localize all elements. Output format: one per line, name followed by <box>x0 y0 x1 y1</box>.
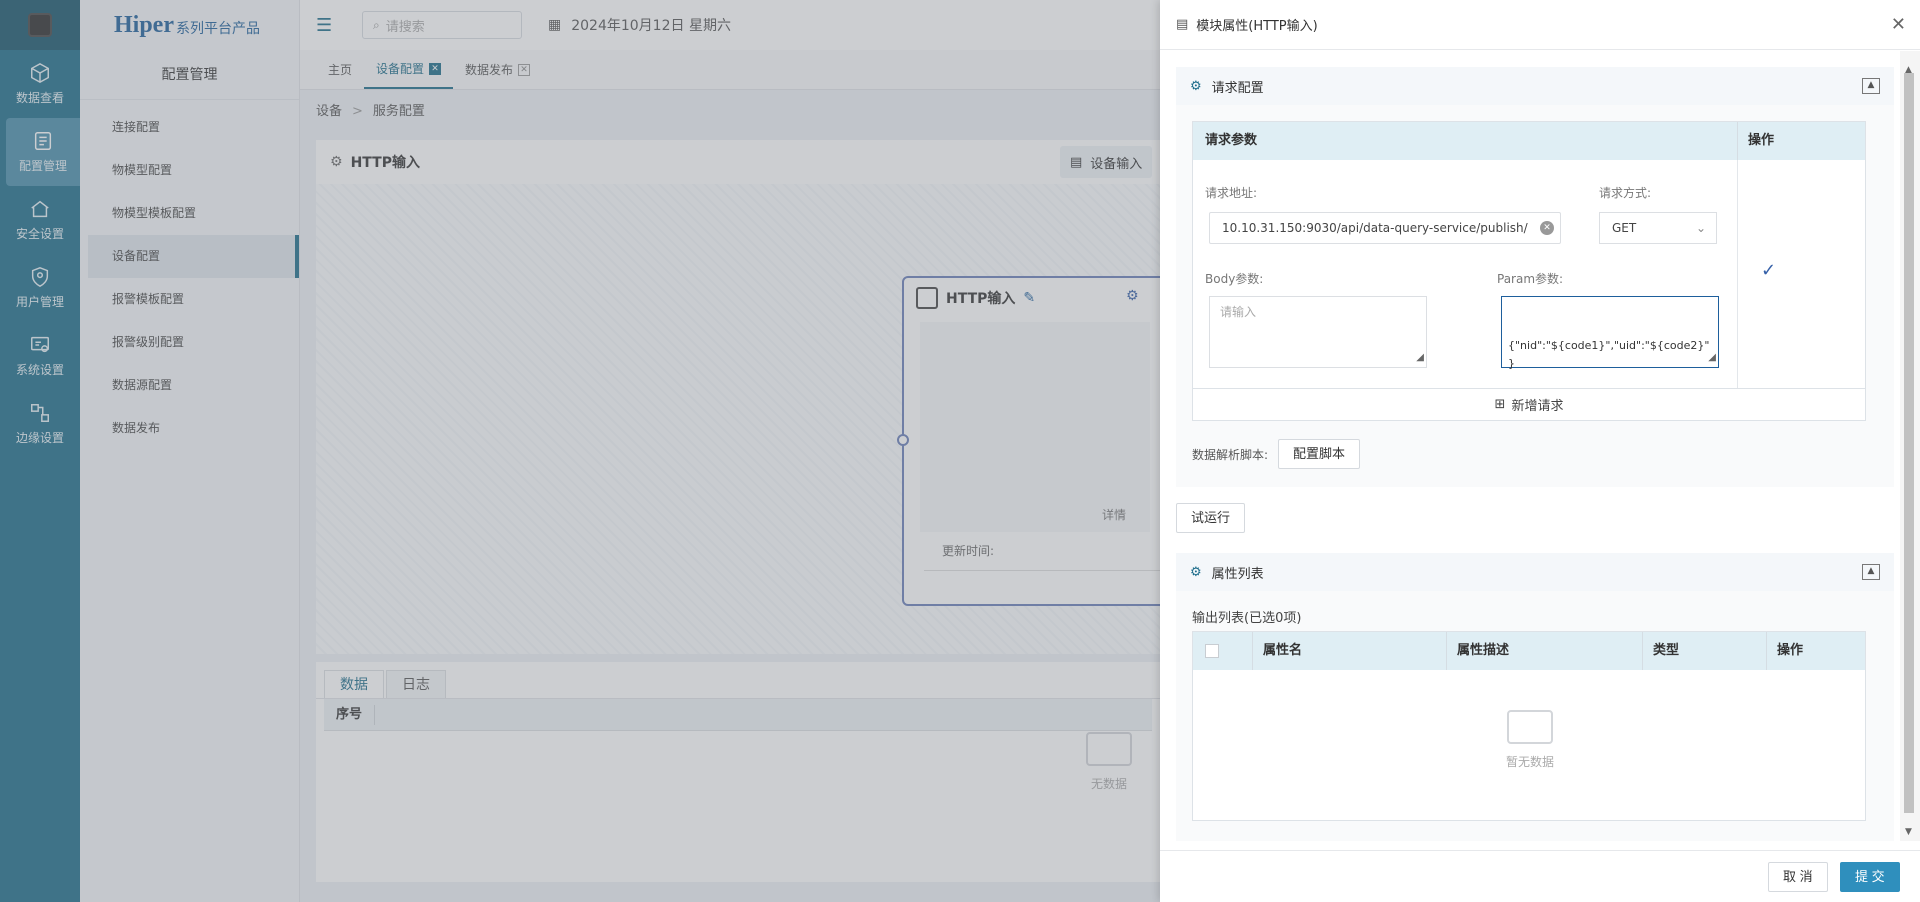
table-header: 请求参数 操作 <box>1193 122 1865 160</box>
cancel-button[interactable]: 取 消 <box>1768 862 1828 892</box>
request-table: 请求参数 操作 请求地址: 10.10.31.150:9030/api/data… <box>1192 121 1866 389</box>
column-params: 请求参数 <box>1193 122 1738 160</box>
document-icon: ▤ <box>1176 17 1189 32</box>
section-header: ⚙ 请求配置 ▲ <box>1176 67 1894 105</box>
method-label: 请求方式: <box>1599 186 1652 200</box>
empty-text: 暂无数据 <box>1505 755 1554 769</box>
app-root: 数据查看 配置管理 安全设置 用户管理 系统设置 边缘设置 Hiper 系列平台… <box>0 0 1920 902</box>
param-value: {"nid":"${code1}","uid":"${code2}" } <box>1508 339 1710 370</box>
gear-icon: ⚙ <box>1190 564 1202 580</box>
drawer-scrollbar[interactable]: ▲ ▼ <box>1900 51 1920 841</box>
column-attr-name: 属性名 <box>1253 632 1447 670</box>
clear-icon[interactable]: ✕ <box>1540 221 1554 235</box>
column-ops: 操作 <box>1748 133 1775 148</box>
config-script-button[interactable]: 配置脚本 <box>1278 439 1361 469</box>
url-label: 请求地址: <box>1205 186 1258 200</box>
script-label: 数据解析脚本: <box>1192 447 1269 462</box>
module-properties-drawer: ▤ 模块属性(HTTP输入) ✕ ⚙ 请求配置 ▲ 请求参数 操作 请求地址: … <box>1160 0 1920 902</box>
param-params-textarea[interactable]: {"nid":"${code1}","uid":"${code2}" } ◢ <box>1501 296 1719 370</box>
body-label: Body参数: <box>1205 272 1264 286</box>
column-type: 类型 <box>1643 632 1767 670</box>
method-select[interactable]: GET ⌄ <box>1599 212 1717 244</box>
confirm-check-icon[interactable]: ✓ <box>1761 260 1776 281</box>
collapse-icon[interactable]: ▲ <box>1862 564 1880 580</box>
body-params-textarea[interactable]: 请输入 ◢ <box>1209 296 1427 368</box>
body-placeholder: 请输入 <box>1220 305 1257 319</box>
table-header: 属性名 属性描述 类型 操作 <box>1193 632 1865 670</box>
scroll-thumb[interactable] <box>1904 73 1914 813</box>
param-label: Param参数: <box>1497 272 1564 286</box>
column-attr-desc: 属性描述 <box>1447 632 1643 670</box>
section-header: ⚙ 属性列表 ▲ <box>1176 553 1894 591</box>
resize-handle-icon[interactable]: ◢ <box>1708 349 1716 367</box>
resize-handle-icon[interactable]: ◢ <box>1416 349 1424 367</box>
drawer-title: 模块属性(HTTP输入) <box>1196 19 1318 34</box>
drawer-footer: 取 消 提 交 <box>1160 850 1920 902</box>
output-list-label: 输出列表(已选0项) <box>1192 611 1302 626</box>
gear-icon: ⚙ <box>1190 78 1202 94</box>
select-all-checkbox[interactable] <box>1193 632 1253 670</box>
trial-run-button[interactable]: 试运行 <box>1176 503 1246 533</box>
chevron-down-icon: ⌄ <box>1695 221 1706 235</box>
drawer-header: ▤ 模块属性(HTTP输入) ✕ <box>1160 0 1920 50</box>
drawer-body: ⚙ 请求配置 ▲ 请求参数 操作 请求地址: 10.10.31.150:9030… <box>1160 51 1900 841</box>
scroll-down-icon[interactable]: ▼ <box>1905 827 1912 837</box>
add-request-label: 新增请求 <box>1511 399 1564 414</box>
attribute-table: 属性名 属性描述 类型 操作 暂无数据 <box>1192 631 1866 821</box>
request-row: 请求地址: 10.10.31.150:9030/api/data-query-s… <box>1193 160 1738 388</box>
collapse-icon[interactable]: ▲ <box>1862 78 1880 94</box>
section-title: 请求配置 <box>1211 80 1264 96</box>
column-ops: 操作 <box>1777 643 1804 658</box>
add-request-button[interactable]: ⊞ 新增请求 <box>1192 389 1866 421</box>
add-icon: ⊞ <box>1494 397 1506 412</box>
empty-state: 暂无数据 <box>1193 670 1867 820</box>
section-title: 属性列表 <box>1211 566 1264 582</box>
request-config-section: ⚙ 请求配置 ▲ 请求参数 操作 请求地址: 10.10.31.150:9030… <box>1176 67 1894 487</box>
attribute-list-section: ⚙ 属性列表 ▲ 输出列表(已选0项) 属性名 属性描述 类型 操作 暂无数据 <box>1176 553 1894 841</box>
script-row: 数据解析脚本: 配置脚本 <box>1192 439 1361 469</box>
empty-tray-icon <box>1507 710 1553 744</box>
close-icon[interactable]: ✕ <box>1891 14 1906 35</box>
url-value: 10.10.31.150:9030/api/data-query-service… <box>1222 221 1528 235</box>
modal-overlay[interactable] <box>0 0 1160 902</box>
submit-button[interactable]: 提 交 <box>1840 862 1900 892</box>
method-value: GET <box>1612 221 1637 235</box>
url-input[interactable]: 10.10.31.150:9030/api/data-query-service… <box>1209 212 1561 244</box>
